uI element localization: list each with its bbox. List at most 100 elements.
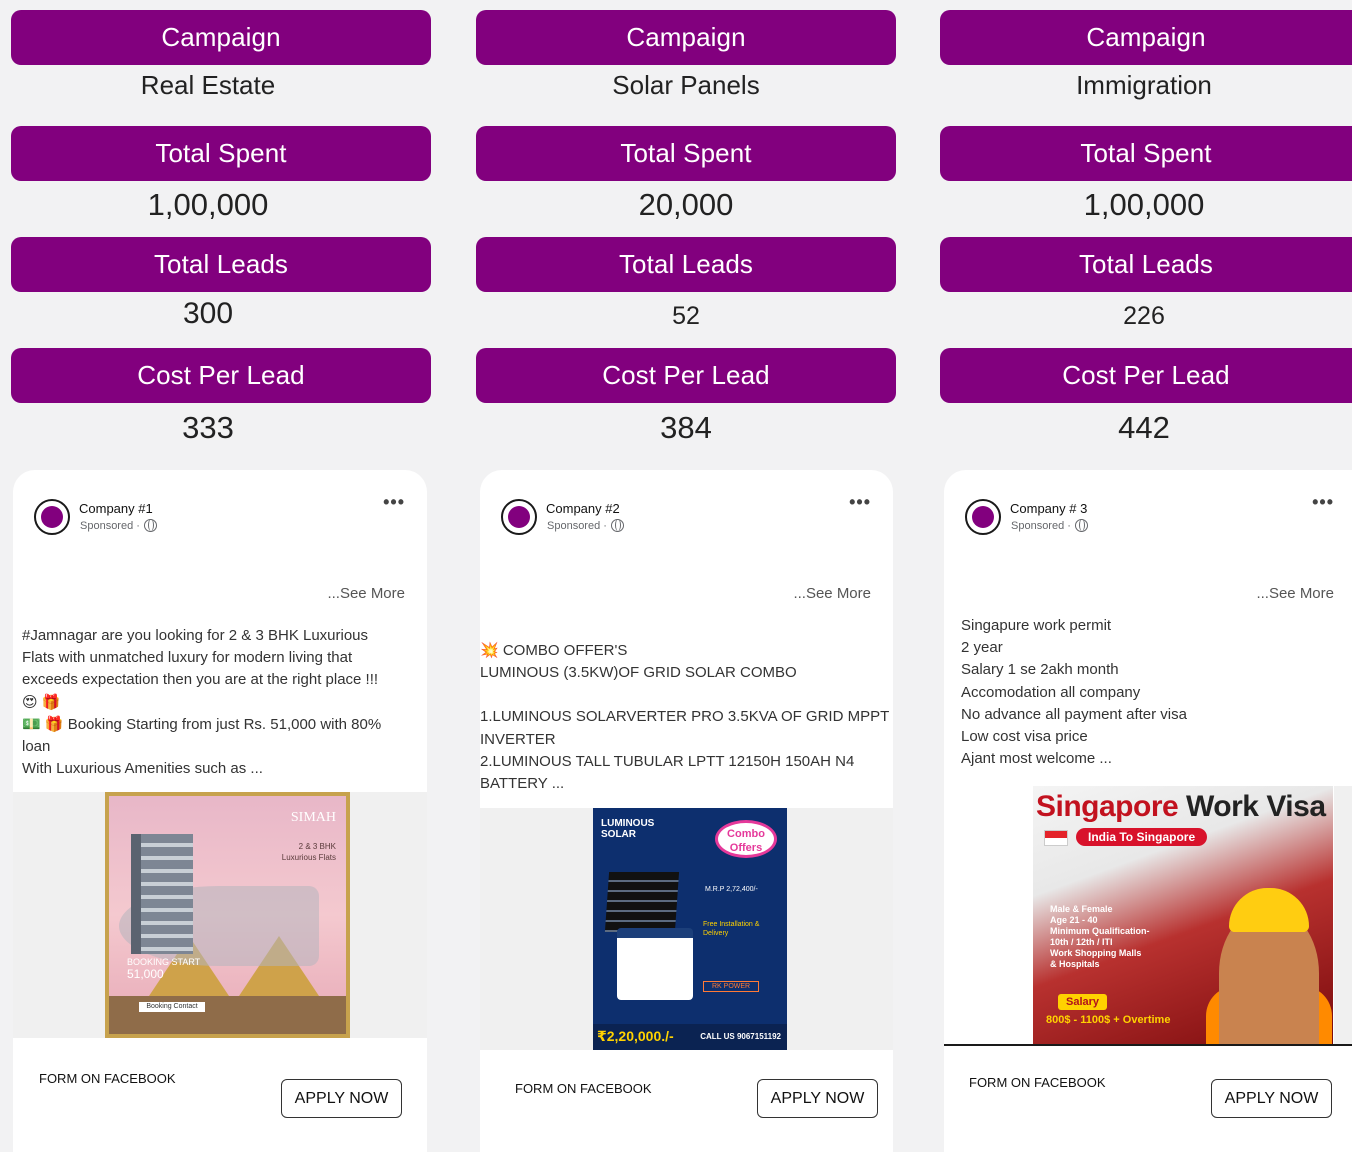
- company-name[interactable]: Company #2: [546, 501, 620, 516]
- ad-footer: FORM ON FACEBOOK APPLY NOW: [480, 1050, 893, 1152]
- ad-creative-area: SIMAH 2 & 3 BHK Luxurious Flats BOOKING S…: [13, 792, 427, 1038]
- logo-line: LUMINOUS: [601, 818, 655, 829]
- form-label: FORM ON FACEBOOK: [969, 1075, 1106, 1090]
- sponsored-label: Sponsored ·: [80, 519, 157, 532]
- creative-amount: 51,000: [127, 967, 164, 981]
- see-more-link[interactable]: ...See More: [1256, 585, 1334, 602]
- real-estate-creative[interactable]: SIMAH 2 & 3 BHK Luxurious Flats BOOKING S…: [105, 792, 350, 1038]
- creative-point: 10th / 12th / ITI: [1050, 937, 1113, 947]
- visa-creative[interactable]: Singapore Work Visa India To Singapore M…: [944, 786, 1334, 1044]
- post-line: 2.LUMINOUS TALL TUBULAR LPTT 12150H 150A…: [480, 752, 855, 770]
- creative-point: Male & Female: [1050, 904, 1113, 914]
- creative-headline: Singapore Work Visa: [1036, 790, 1326, 824]
- sponsored-text: Sponsored ·: [80, 519, 140, 532]
- company-avatar[interactable]: [34, 499, 70, 535]
- campaign-value: Solar Panels: [612, 70, 760, 100]
- headline-red: Singapore: [1036, 790, 1179, 823]
- badge-line: Combo: [727, 828, 765, 840]
- post-line: 1.LUMINOUS SOLARVERTER PRO 3.5KVA OF GRI…: [480, 708, 890, 726]
- more-options-icon[interactable]: •••: [383, 492, 405, 513]
- apply-now-button[interactable]: APPLY NOW: [281, 1079, 402, 1118]
- post-line: [480, 684, 893, 706]
- company-name[interactable]: Company # 3: [1010, 501, 1087, 516]
- creative-footer: Booking Contact: [109, 996, 346, 1034]
- company-name[interactable]: Company #1: [79, 501, 153, 516]
- post-line: No advance all payment after visa: [961, 705, 1187, 723]
- post-line: exceeds expectation then you are at the …: [22, 671, 379, 689]
- company-avatar[interactable]: [965, 499, 1001, 535]
- sponsored-label: Sponsored ·: [1011, 519, 1088, 532]
- mrp-text: M.R.P 2,72,400/-: [705, 886, 758, 893]
- ad-footer: FORM ON FACEBOOK APPLY NOW: [13, 1038, 411, 1152]
- form-label: FORM ON FACEBOOK: [515, 1081, 652, 1096]
- sponsored-text: Sponsored ·: [547, 519, 607, 532]
- post-line: 2 year: [961, 639, 1003, 657]
- post-line: Low cost visa price: [961, 728, 1088, 746]
- apply-now-button[interactable]: APPLY NOW: [1211, 1079, 1332, 1118]
- total-spent-value: 20,000: [638, 187, 734, 222]
- post-line: Flats with unmatched luxury for modern l…: [22, 649, 353, 667]
- cost-per-lead-header: Cost Per Lead: [940, 348, 1352, 403]
- campaign-column-real-estate: Campaign Real Estate Total Spent 1,00,00…: [11, 0, 431, 1152]
- solar-creative[interactable]: LUMINOUS SOLAR Combo Offers M.R.P 2,72,400…: [593, 808, 787, 1050]
- globe-icon: [610, 519, 624, 532]
- overtime-text: 800$ - 1100$ + Overtime: [1046, 1014, 1171, 1026]
- post-text: Singapure work permit 2 year Salary 1 se…: [961, 615, 1350, 770]
- price-bar: ₹2,20,000./- CALL US 9067151192: [593, 1024, 787, 1050]
- post-text: #Jamnagar are you looking for 2 & 3 BHK …: [22, 625, 421, 780]
- creative-points: Male & Female Age 21 - 40 Minimum Qualif…: [1050, 904, 1150, 970]
- campaign-header: Campaign: [11, 10, 431, 65]
- post-line: 💥 COMBO OFFER'S: [480, 642, 628, 659]
- creative-line: 2 & 3 BHK: [298, 842, 336, 851]
- creative-point: Work Shopping Malls: [1050, 948, 1142, 958]
- ad-footer: FORM ON FACEBOOK APPLY NOW: [944, 1044, 1352, 1152]
- price-value: ₹2,20,000./-: [597, 1028, 674, 1044]
- facebook-ad-card: Company # 3 Sponsored · ••• ...See More …: [944, 470, 1352, 1152]
- building-graphic: [131, 834, 193, 954]
- more-options-icon[interactable]: •••: [849, 492, 871, 513]
- post-line: INVERTER: [480, 730, 556, 748]
- campaign-column-solar-panels: Campaign Solar Panels Total Spent 20,000…: [476, 0, 896, 1152]
- globe-icon: [1074, 519, 1088, 532]
- post-line: Accomodation all company: [961, 683, 1141, 701]
- cost-per-lead-header: Cost Per Lead: [476, 348, 896, 403]
- globe-icon: [143, 519, 157, 532]
- campaign-header: Campaign: [476, 10, 896, 65]
- ad-creative-area: LUMINOUS SOLAR Combo Offers M.R.P 2,72,400…: [480, 808, 893, 1050]
- total-leads-value: 226: [1123, 302, 1165, 330]
- solar-panels-graphic: [604, 872, 680, 932]
- installation-text: Free Installation & Delivery: [703, 921, 760, 937]
- total-spent-value: 1,00,000: [147, 187, 269, 222]
- total-spent-value: 1,00,000: [1083, 187, 1205, 222]
- apply-now-button[interactable]: APPLY NOW: [757, 1079, 878, 1118]
- rk-power-tag: RK POWER: [703, 981, 760, 992]
- post-line: BATTERY ...: [480, 775, 565, 793]
- post-line: 💵 🎁 Booking Starting from just Rs. 51,00…: [22, 715, 382, 733]
- post-line: With Luxurious Amenities such as ...: [22, 760, 263, 778]
- see-more-link[interactable]: ...See More: [793, 585, 871, 602]
- post-line: 😍 🎁: [22, 693, 61, 711]
- facebook-ad-card: Company #2 Sponsored · ••• ...See More 💥…: [480, 470, 893, 1152]
- creative-line: Luxurious Flats: [281, 853, 336, 862]
- post-line: LUMINOUS (3.5KW)OF GRID SOLAR COMBO: [480, 664, 797, 682]
- headline-dark: Work Visa: [1178, 790, 1326, 823]
- singapore-flag-icon: [1044, 830, 1068, 846]
- creative-point: & Hospitals: [1050, 959, 1100, 969]
- combo-offers-badge: Combo Offers: [715, 820, 777, 858]
- cost-per-lead-value: 384: [660, 410, 712, 445]
- total-leads-header: Total Leads: [11, 237, 431, 292]
- form-label: FORM ON FACEBOOK: [39, 1071, 176, 1086]
- cost-per-lead-value: 333: [182, 410, 234, 445]
- company-avatar[interactable]: [501, 499, 537, 535]
- creative-brand: SIMAH: [290, 810, 336, 825]
- badge-line: Offers: [729, 842, 763, 854]
- facebook-ad-card: Company #1 Sponsored · ••• ...See More #…: [13, 470, 427, 1152]
- total-spent-header: Total Spent: [11, 126, 431, 181]
- more-options-icon[interactable]: •••: [1312, 492, 1334, 513]
- call-us-text: CALL US 9067151192: [700, 1032, 781, 1041]
- post-line: Salary 1 se 2akh month: [961, 661, 1119, 679]
- campaign-column-immigration: Campaign Immigration Total Spent 1,00,00…: [940, 0, 1352, 1152]
- post-line: #Jamnagar are you looking for 2 & 3 BHK …: [22, 627, 369, 644]
- total-leads-value: 52: [672, 302, 700, 330]
- see-more-link[interactable]: ...See More: [327, 585, 405, 602]
